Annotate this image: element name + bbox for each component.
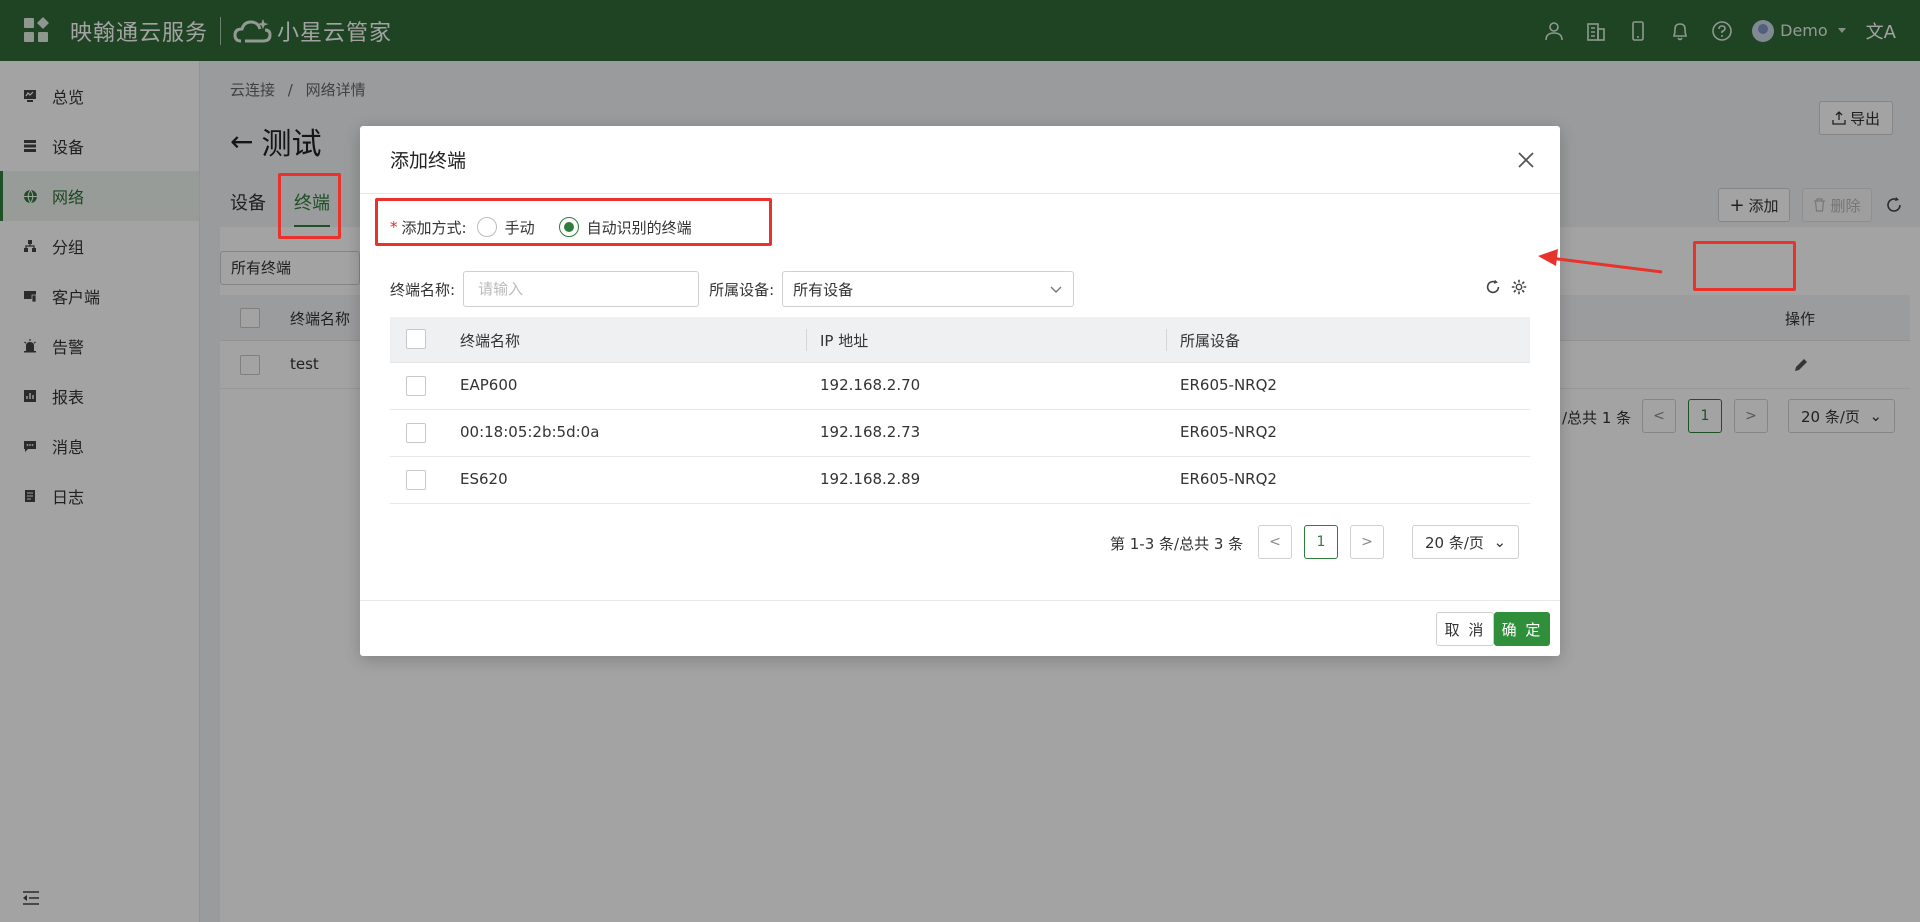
table-header: 终端名称 IP 地址 所属设备 bbox=[390, 317, 1530, 363]
column-divider bbox=[806, 329, 807, 351]
terminal-ip: 192.168.2.73 bbox=[820, 423, 921, 441]
table-row[interactable]: ES620 192.168.2.89 ER605-NRQ2 bbox=[390, 457, 1530, 504]
table-row[interactable]: 00:18:05:2b:5d:0a 192.168.2.73 ER605-NRQ… bbox=[390, 410, 1530, 457]
annotation-highlight-add bbox=[1693, 241, 1796, 291]
column-header-ip: IP 地址 bbox=[820, 332, 869, 350]
terminal-name: 00:18:05:2b:5d:0a bbox=[460, 423, 600, 441]
terminal-device: ER605-NRQ2 bbox=[1180, 423, 1277, 441]
name-filter-label: 终端名称: bbox=[390, 280, 456, 299]
modal-tools bbox=[1478, 278, 1530, 298]
terminal-ip: 192.168.2.89 bbox=[820, 470, 921, 488]
pager-total: 第 1-3 条/总共 3 条 bbox=[1110, 535, 1244, 553]
terminal-name: EAP600 bbox=[460, 376, 518, 394]
prev-page-button[interactable]: < bbox=[1258, 525, 1292, 559]
table-row[interactable]: EAP600 192.168.2.70 ER605-NRQ2 bbox=[390, 363, 1530, 410]
settings-gear-icon[interactable] bbox=[1510, 278, 1530, 298]
row-checkbox[interactable] bbox=[406, 376, 426, 396]
page-size-select[interactable]: 20 条/页 ⌄ bbox=[1412, 525, 1520, 559]
modal-filter-row: 终端名称: 所属设备: 所有设备 bbox=[390, 271, 1075, 307]
terminal-name: ES620 bbox=[460, 470, 508, 488]
select-all-checkbox[interactable] bbox=[406, 329, 426, 349]
modal-pager: 第 1-3 条/总共 3 条 < 1 > 20 条/页 ⌄ bbox=[1110, 525, 1530, 561]
annotation-highlight-add-mode bbox=[375, 198, 772, 246]
column-header-device: 所属设备 bbox=[1180, 332, 1241, 350]
column-header-name: 终端名称 bbox=[460, 332, 521, 350]
confirm-button[interactable]: 确 定 bbox=[1494, 612, 1550, 646]
device-filter-value: 所有设备 bbox=[793, 280, 854, 299]
column-divider bbox=[1166, 329, 1167, 351]
close-icon[interactable] bbox=[1516, 150, 1536, 170]
page-number-button[interactable]: 1 bbox=[1304, 525, 1338, 559]
refresh-icon[interactable] bbox=[1484, 278, 1504, 298]
terminal-device: ER605-NRQ2 bbox=[1180, 376, 1277, 394]
page-size-value: 20 条/页 bbox=[1425, 533, 1484, 552]
row-checkbox[interactable] bbox=[406, 470, 426, 490]
annotation-highlight-tab bbox=[278, 173, 341, 239]
device-filter-label: 所属设备: bbox=[709, 280, 775, 299]
modal-footer: 取 消 确 定 bbox=[360, 600, 1560, 656]
next-page-button[interactable]: > bbox=[1350, 525, 1384, 559]
cancel-button[interactable]: 取 消 bbox=[1436, 612, 1494, 646]
terminal-device: ER605-NRQ2 bbox=[1180, 470, 1277, 488]
name-filter-input[interactable] bbox=[463, 271, 700, 307]
modal-title: 添加终端 bbox=[360, 126, 1560, 194]
terminal-ip: 192.168.2.70 bbox=[820, 376, 921, 394]
row-checkbox[interactable] bbox=[406, 423, 426, 443]
device-filter-select[interactable]: 所有设备 bbox=[782, 271, 1075, 307]
terminal-table: 终端名称 IP 地址 所属设备 EAP600 192.168.2.70 ER60… bbox=[390, 317, 1530, 504]
chevron-down-icon bbox=[1050, 286, 1062, 293]
